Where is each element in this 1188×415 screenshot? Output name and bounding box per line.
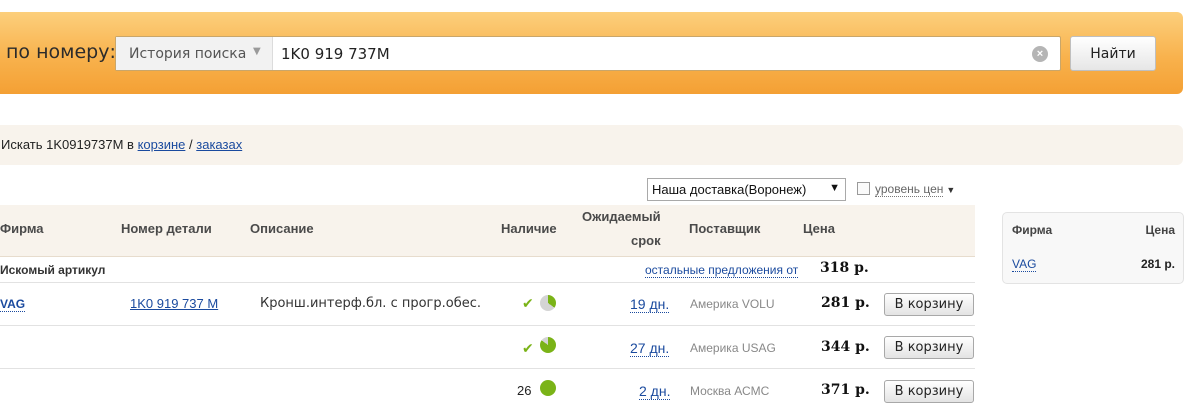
add-to-cart-button[interactable]: В корзину bbox=[884, 293, 974, 316]
side-brand[interactable]: VAG bbox=[1012, 257, 1037, 272]
check-icon: ✔ bbox=[522, 340, 534, 356]
search-bar: по номеру: История поиска ▼ × Найти bbox=[0, 12, 1183, 94]
side-header-brand: Фирма bbox=[1012, 223, 1053, 237]
delivery-select[interactable]: Наша доставка(Воронеж) ▼ bbox=[647, 178, 846, 201]
search-history-dropdown[interactable]: История поиска ▼ bbox=[116, 37, 273, 70]
other-offers-link[interactable]: остальные предложения от bbox=[645, 263, 799, 278]
row-part-number[interactable]: 1K0 919 737 M bbox=[130, 296, 218, 311]
header-price: Цена bbox=[803, 221, 835, 236]
header-supplier: Поставщик bbox=[689, 221, 761, 236]
price-level-toggle[interactable]: уровень цен ▼ bbox=[857, 182, 955, 197]
delivery-selected-value: Наша доставка(Воронеж) bbox=[652, 182, 807, 197]
side-header-price: Цена bbox=[1145, 223, 1175, 237]
header-expected-line2: срок bbox=[631, 233, 661, 248]
group-label: Искомый артикул bbox=[0, 263, 106, 277]
add-to-cart-button[interactable]: В корзину bbox=[884, 336, 974, 359]
row-delivery-days[interactable]: 19 дн. bbox=[630, 296, 670, 313]
availability-pie-icon bbox=[540, 295, 556, 311]
price-level-checkbox[interactable] bbox=[857, 182, 870, 195]
row-description: Кронш.интерф.бл. с прогр.обес. bbox=[260, 296, 482, 311]
availability-pie-icon bbox=[540, 337, 556, 353]
link-separator: / bbox=[189, 137, 193, 152]
header-description: Описание bbox=[250, 221, 314, 236]
chevron-down-icon: ▼ bbox=[253, 46, 261, 57]
table-row: VAG 1K0 919 737 M Кронш.интерф.бл. с про… bbox=[0, 283, 975, 326]
search-input[interactable] bbox=[281, 44, 1021, 64]
orders-link[interactable]: заказах bbox=[196, 137, 242, 152]
search-in-cart-bar: Искать 1K0919737M в корзине / заказах bbox=[0, 125, 1183, 165]
best-price-box: Фирма Цена VAG 281 р. bbox=[1002, 212, 1184, 284]
search-box: История поиска ▼ × bbox=[115, 36, 1061, 71]
search-in-cart-prefix: Искать 1K0919737M в bbox=[1, 137, 134, 152]
row-availability-qty: 26 bbox=[517, 383, 532, 398]
row-price: 344 р. bbox=[821, 339, 870, 355]
side-price: 281 р. bbox=[1140, 257, 1175, 271]
row-price: 281 р. bbox=[821, 295, 870, 311]
add-to-cart-button[interactable]: В корзину bbox=[884, 380, 974, 403]
price-level-label: уровень цен bbox=[875, 182, 944, 197]
row-brand[interactable]: VAG bbox=[0, 297, 26, 312]
table-row: ✔ 27 дн. Америка USAG 344 р. В корзину bbox=[0, 326, 975, 369]
row-supplier: Москва АСМС bbox=[690, 384, 770, 398]
row-supplier: Америка VOLU bbox=[690, 297, 775, 311]
find-button[interactable]: Найти bbox=[1070, 36, 1156, 71]
caret-down-icon[interactable]: ▼ bbox=[946, 185, 955, 195]
check-icon: ✔ bbox=[522, 295, 534, 311]
group-min-price: 318 р. bbox=[820, 260, 869, 276]
header-brand: Фирма bbox=[0, 221, 44, 236]
row-delivery-days[interactable]: 2 дн. bbox=[639, 383, 671, 400]
row-delivery-days[interactable]: 27 дн. bbox=[630, 340, 670, 357]
table-row: 26 2 дн. Москва АСМС 371 р. В корзину bbox=[0, 369, 975, 412]
header-expected-line1: Ожидаемый bbox=[582, 209, 661, 224]
results-table-header: Фирма Номер детали Описание Наличие Ожид… bbox=[0, 205, 975, 257]
header-availability: Наличие bbox=[501, 221, 557, 236]
search-history-label: История поиска bbox=[129, 46, 247, 62]
cart-link[interactable]: корзине bbox=[138, 137, 186, 152]
group-row: Искомый артикул остальные предложения от… bbox=[0, 257, 975, 283]
header-part-number: Номер детали bbox=[121, 221, 212, 236]
search-label: по номеру: bbox=[6, 41, 116, 63]
chevron-down-icon: ▼ bbox=[829, 182, 840, 194]
row-price: 371 р. bbox=[821, 382, 870, 398]
availability-pie-icon bbox=[540, 380, 556, 396]
row-supplier: Америка USAG bbox=[690, 341, 776, 355]
clear-icon[interactable]: × bbox=[1032, 46, 1048, 62]
